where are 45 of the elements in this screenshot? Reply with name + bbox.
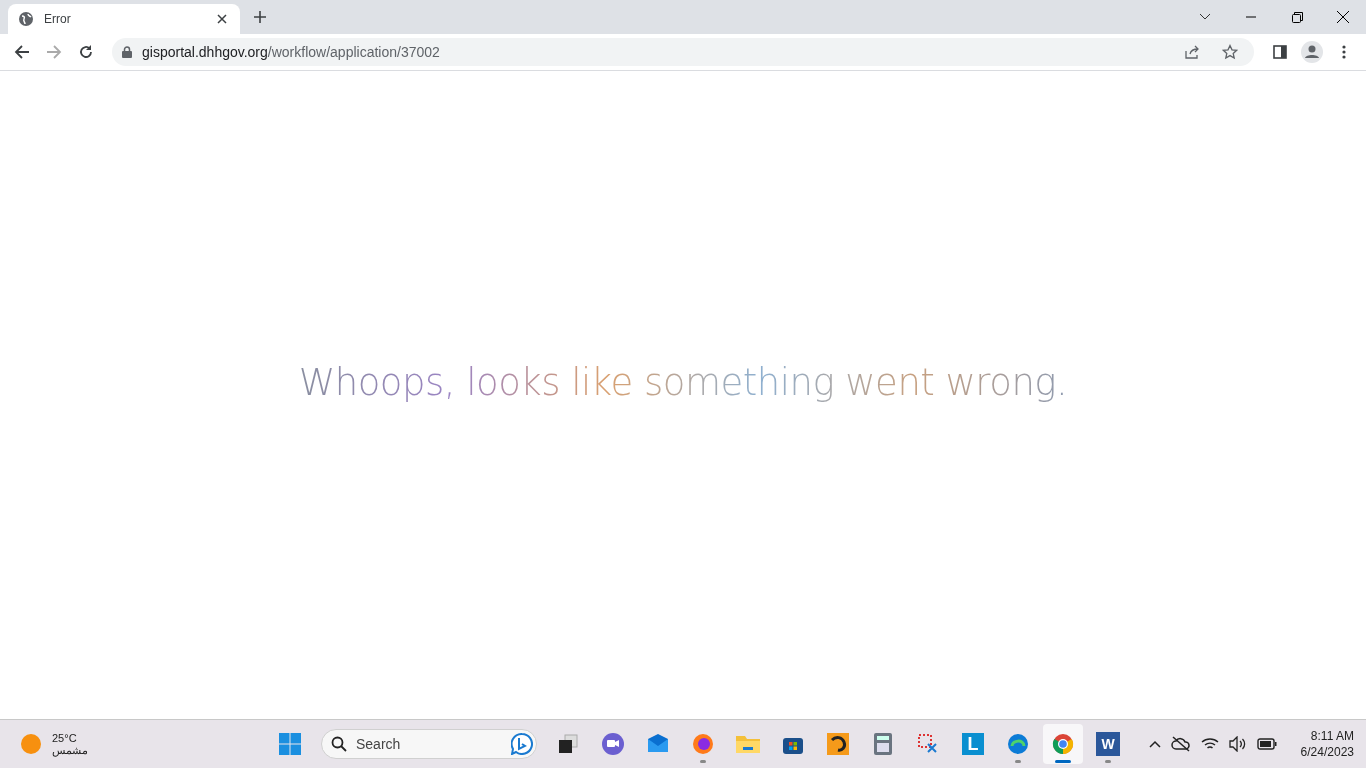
letter-tile-icon: L (962, 733, 984, 755)
restore-icon (1291, 11, 1303, 23)
taskbar-app[interactable]: W (1088, 724, 1128, 764)
minimize-icon (1246, 16, 1256, 18)
chevron-up-icon (1148, 740, 1161, 748)
chevron-down-icon (1199, 13, 1211, 21)
close-icon (217, 14, 227, 24)
chat-bubble-icon (511, 733, 533, 755)
url-text: gisportal.dhhgov.org/workflow/application/37002 (142, 44, 441, 60)
battery-icon (1256, 738, 1277, 750)
windows-logo-icon (278, 732, 302, 756)
profile-button[interactable] (1298, 38, 1326, 66)
video-chat-icon (601, 732, 625, 756)
lock-icon (122, 46, 132, 58)
wave-globe-icon (1006, 732, 1030, 756)
kebab-menu-icon (1342, 44, 1346, 60)
taskbar-app[interactable]: L (953, 724, 993, 764)
star-icon (1222, 44, 1238, 60)
address-bar[interactable]: gisportal.dhhgov.org/workflow/application/37002 (112, 38, 1254, 66)
sun-icon (20, 733, 42, 755)
weather-condition: مشمس (52, 743, 88, 757)
search-field[interactable]: Search (321, 729, 537, 759)
close-icon (1337, 11, 1349, 23)
plus-icon (253, 10, 267, 24)
side-panel-icon (1273, 45, 1287, 59)
document-tile-icon: W (1096, 732, 1120, 756)
search-icon (331, 736, 347, 752)
temperature: 25°C (52, 731, 78, 744)
globe-icon (18, 11, 34, 27)
chrome-ball-icon (1051, 732, 1075, 756)
person-icon (1301, 41, 1323, 63)
forward-arrow-icon (46, 44, 62, 60)
tab-title: Error (44, 12, 72, 26)
cloud-off-icon (1170, 736, 1191, 752)
app-icon (826, 732, 850, 756)
task-view-icon (556, 732, 580, 756)
browser-tab[interactable]: Error (8, 4, 240, 34)
speaker-icon (1228, 736, 1247, 752)
reload-icon (78, 44, 94, 60)
calculator-icon (873, 732, 893, 756)
browser-globe-icon (691, 732, 715, 756)
share-icon (1184, 44, 1200, 60)
clock[interactable]: 8:11 AM 6/24/2023 (1300, 729, 1354, 759)
back-arrow-icon (14, 44, 30, 60)
wifi-icon (1200, 737, 1219, 751)
